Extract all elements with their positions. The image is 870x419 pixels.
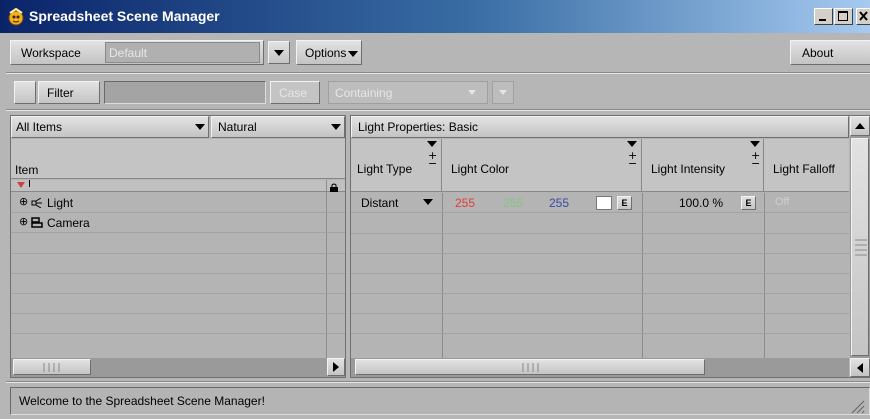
scrollbar-thumb[interactable] — [851, 138, 869, 356]
filter-label: Filter — [47, 86, 74, 100]
filter-input[interactable] — [104, 81, 266, 104]
column-header-light-type[interactable]: + − Light Type — [351, 139, 442, 192]
items-horizontal-scrollbar[interactable] — [11, 358, 345, 377]
light-type-cell[interactable]: Distant — [351, 193, 442, 213]
filter-mode-select[interactable]: Containing — [328, 81, 488, 104]
filter-mode-value: Containing — [335, 86, 393, 100]
app-icon — [6, 7, 26, 27]
items-list: ⊕ Light ⊕ Camera — [11, 193, 345, 358]
resize-grip-icon[interactable] — [849, 398, 865, 414]
lock-icon[interactable] — [329, 181, 339, 192]
chevron-down-icon[interactable] — [423, 199, 433, 205]
color-swatch[interactable] — [596, 196, 612, 210]
close-button[interactable] — [856, 8, 870, 25]
column-header-light-color[interactable]: + − Light Color — [443, 139, 642, 192]
item-label: Light — [47, 196, 74, 210]
about-button[interactable]: About — [790, 40, 870, 65]
arrow-right-icon — [333, 362, 339, 372]
properties-horizontal-scrollbar[interactable] — [351, 358, 849, 377]
divider — [6, 72, 870, 74]
falloff-value[interactable]: Off — [775, 196, 789, 208]
divider — [6, 109, 870, 111]
color-green-value[interactable]: 255 — [503, 196, 523, 210]
arrow-left-icon — [857, 362, 863, 373]
case-label: Case — [279, 86, 308, 100]
expand-icon[interactable]: ⊕ — [19, 216, 28, 227]
status-bar: Welcome to the Spreadsheet Scene Manager… — [10, 387, 870, 415]
items-panel: All Items Natural Item ⊕ Light ⊕ Camera — [10, 115, 346, 378]
workspace-dropdown-button[interactable] — [268, 41, 290, 64]
options-label: Options — [305, 46, 347, 60]
sort-value: Natural — [218, 120, 257, 134]
scrollbar-thumb[interactable] — [355, 359, 705, 375]
item-column-header[interactable]: Item — [11, 139, 345, 179]
chevron-down-icon[interactable] — [427, 141, 437, 147]
list-item[interactable]: ⊕ Light — [11, 193, 345, 213]
collapse-column-icon[interactable]: − — [751, 158, 760, 169]
properties-vertical-scrollbar[interactable] — [850, 116, 870, 377]
workspace-value: Default — [109, 46, 148, 60]
item-label: Camera — [47, 216, 90, 230]
collapse-column-icon[interactable]: − — [628, 158, 637, 169]
light-type-value: Distant — [361, 196, 399, 210]
divider — [6, 381, 870, 383]
column-header-light-intensity[interactable]: + − Light Intensity — [643, 139, 764, 192]
scope-value: All Items — [16, 120, 63, 134]
scroll-right-button[interactable] — [327, 358, 345, 376]
scope-select[interactable]: All Items — [11, 116, 209, 138]
scroll-up-button[interactable] — [850, 116, 870, 136]
chevron-down-icon[interactable] — [627, 141, 637, 147]
column-label: Light Falloff — [773, 162, 835, 176]
list-item[interactable]: ⊕ Camera — [11, 213, 345, 233]
column-label: Light Intensity — [651, 162, 726, 176]
chevron-down-icon — [274, 49, 284, 56]
light-icon — [31, 198, 42, 208]
section-title: Light Properties: Basic — [358, 120, 479, 134]
maximize-button[interactable] — [834, 8, 853, 25]
title-bar[interactable]: Spreadsheet Scene Manager — [0, 0, 870, 33]
color-envelope-button[interactable]: E — [617, 196, 632, 210]
chevron-down-icon — [499, 90, 507, 95]
table-row[interactable]: Distant 255 255 255 E 100.0 % E Off — [351, 193, 849, 213]
item-column-label: Item — [15, 163, 39, 177]
filter-toggle[interactable] — [14, 81, 36, 104]
case-toggle[interactable]: Case — [270, 81, 320, 104]
sort-indicator-row — [11, 180, 345, 192]
filter-button[interactable]: Filter — [38, 81, 100, 104]
section-header[interactable]: Light Properties: Basic — [351, 116, 849, 138]
properties-panel: Light Properties: Basic + − Light Type +… — [350, 115, 870, 378]
status-message: Welcome to the Spreadsheet Scene Manager… — [19, 394, 265, 408]
arrow-up-icon — [855, 123, 865, 129]
scroll-left-button[interactable] — [850, 358, 870, 377]
workspace-control: Workspace Default — [10, 40, 264, 65]
chevron-down-icon — [348, 51, 358, 57]
chevron-down-icon — [331, 124, 341, 130]
expand-icon[interactable]: ⊕ — [19, 196, 28, 207]
sort-select[interactable]: Natural — [211, 116, 345, 138]
window-title: Spreadsheet Scene Manager — [29, 8, 220, 24]
filter-mode-dropdown-button[interactable] — [492, 81, 514, 104]
envelope-label: E — [745, 198, 752, 208]
envelope-label: E — [621, 198, 628, 208]
camera-icon — [31, 217, 43, 228]
color-blue-value[interactable]: 255 — [549, 196, 569, 210]
chevron-down-icon — [468, 90, 476, 95]
scrollbar-thumb[interactable] — [13, 359, 91, 375]
collapse-column-icon[interactable]: − — [428, 158, 437, 169]
intensity-value[interactable]: 100.0 % — [679, 196, 723, 210]
options-menu[interactable]: Options — [296, 40, 362, 65]
chevron-down-icon[interactable] — [750, 141, 760, 147]
sort-down-icon[interactable] — [17, 182, 25, 188]
column-label: Light Type — [357, 162, 413, 176]
column-label: Light Color — [451, 162, 510, 176]
intensity-envelope-button[interactable]: E — [741, 196, 756, 210]
column-header-light-falloff[interactable]: Light Falloff — [765, 139, 849, 192]
color-red-value[interactable]: 255 — [455, 196, 475, 210]
minimize-button[interactable] — [814, 8, 833, 25]
about-label: About — [802, 46, 834, 60]
workspace-label: Workspace — [21, 46, 81, 60]
workspace-field[interactable]: Default — [105, 42, 260, 63]
property-column-headers: + − Light Type + − Light Color + − Light… — [351, 139, 849, 192]
chevron-down-icon — [195, 124, 205, 130]
